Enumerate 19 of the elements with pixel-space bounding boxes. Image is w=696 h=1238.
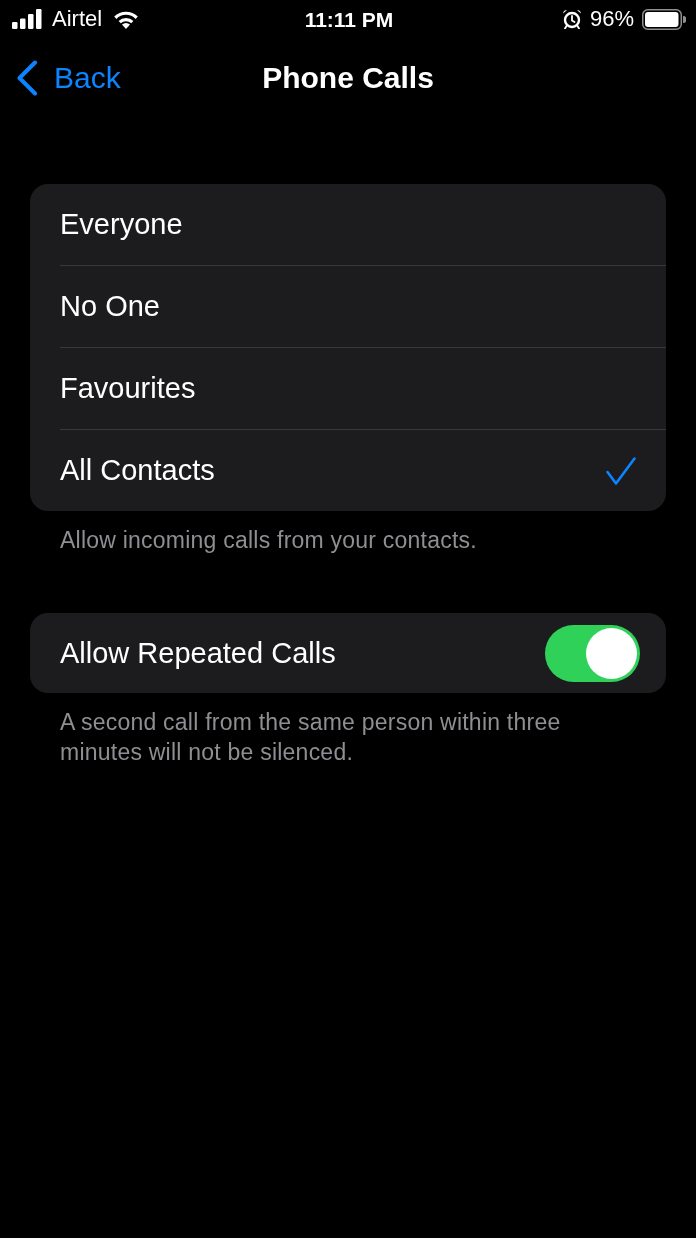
page-title: Phone Calls — [262, 63, 434, 93]
repeated-calls-footer-text: A second call from the same person within three minutes will not be silenced. — [60, 708, 562, 767]
wifi-icon — [112, 9, 141, 29]
toggle-switch[interactable] — [545, 624, 640, 682]
back-chevron-icon — [16, 60, 38, 96]
status-time: 11:11 PM — [304, 8, 394, 30]
alarm-clock-icon — [561, 9, 582, 29]
battery-icon — [642, 8, 686, 30]
battery-percentage: 96% — [589, 8, 634, 30]
repeated-calls-label: Allow Repeated Calls — [60, 638, 336, 668]
options-footer-text: Allow incoming calls from your contacts. — [60, 527, 478, 554]
signal-bars-icon — [12, 9, 42, 29]
option-row[interactable]: All Contacts — [30, 430, 666, 511]
toggle-thumb — [586, 627, 637, 679]
back-button[interactable]: Back — [16, 60, 121, 96]
option-row[interactable]: No One — [30, 266, 666, 347]
option-row[interactable]: Everyone — [30, 184, 666, 265]
carrier-name: Airtel — [52, 8, 103, 30]
option-row[interactable]: Favourites — [30, 348, 666, 429]
